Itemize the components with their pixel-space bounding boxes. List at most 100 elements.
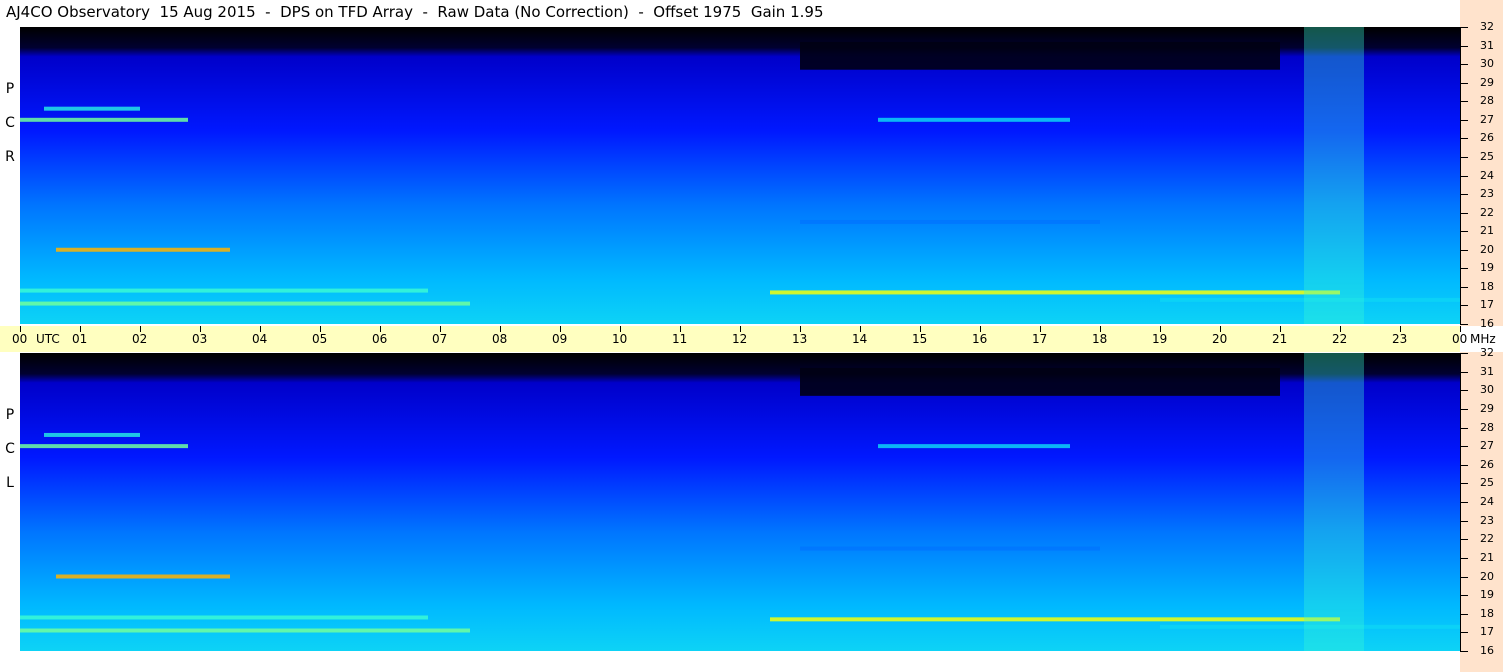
emission-band bbox=[878, 444, 1070, 449]
frequency-tick bbox=[1460, 45, 1468, 47]
frequency-tick bbox=[1460, 390, 1468, 392]
emission-band bbox=[56, 247, 230, 252]
frequency-tick-label: 17 bbox=[1480, 625, 1494, 639]
time-tick-label: 13 bbox=[792, 332, 808, 346]
time-tick-label: 00 bbox=[12, 332, 28, 346]
frequency-tick-label: 20 bbox=[1480, 569, 1494, 583]
polarization-letter: C bbox=[5, 441, 15, 458]
time-tick-label: 09 bbox=[552, 332, 568, 346]
frequency-tick-label: 26 bbox=[1480, 131, 1494, 145]
frequency-tick bbox=[1460, 651, 1468, 652]
frequency-tick-label: 16 bbox=[1480, 317, 1494, 330]
frequency-tick-label: 27 bbox=[1480, 439, 1494, 453]
time-tick-label: 05 bbox=[312, 332, 328, 346]
frequency-tick-label: 29 bbox=[1480, 75, 1494, 89]
lcp-spectrogram-svg bbox=[20, 353, 1460, 651]
polarization-letter: L bbox=[6, 475, 14, 492]
emission-band bbox=[20, 615, 428, 620]
frequency-tick-label: 24 bbox=[1480, 495, 1494, 508]
dark-band bbox=[800, 367, 1280, 396]
frequency-tick bbox=[1460, 613, 1468, 615]
frequency-tick-label: 29 bbox=[1480, 401, 1494, 415]
time-tick-label: 15 bbox=[912, 332, 928, 346]
polarization-letter: P bbox=[5, 80, 15, 97]
frequency-tick-label: 32 bbox=[1480, 20, 1494, 33]
frequency-tick bbox=[1460, 483, 1468, 485]
frequency-tick bbox=[1460, 446, 1468, 448]
frequency-tick-label: 18 bbox=[1480, 606, 1494, 620]
time-tick-label: 22 bbox=[1332, 332, 1348, 346]
frequency-tick-label: 19 bbox=[1480, 261, 1494, 275]
chart-title: AJ4CO Observatory 15 Aug 2015 - DPS on T… bbox=[6, 3, 824, 21]
frequency-tick bbox=[1460, 371, 1468, 373]
emission-band bbox=[878, 117, 1070, 122]
frequency-tick-label: 26 bbox=[1480, 457, 1494, 471]
frequency-tick-label: 28 bbox=[1480, 420, 1494, 434]
frequency-tick bbox=[1460, 175, 1468, 177]
frequency-tick-label: 19 bbox=[1480, 588, 1494, 602]
emission-band bbox=[20, 444, 188, 449]
frequency-tick-label: 32 bbox=[1480, 346, 1494, 359]
emission-band bbox=[800, 546, 1100, 551]
polarization-letter: C bbox=[5, 114, 15, 131]
time-tick-label: 00 bbox=[1452, 332, 1468, 346]
emission-band bbox=[20, 628, 470, 633]
time-tick-label: 06 bbox=[372, 332, 388, 346]
frequency-tick bbox=[1460, 557, 1468, 559]
frequency-tick bbox=[1460, 64, 1468, 66]
emission-band bbox=[770, 290, 1340, 295]
frequency-tick bbox=[1460, 427, 1468, 429]
frequency-tick bbox=[1460, 231, 1468, 233]
frequency-tick bbox=[1460, 324, 1468, 325]
time-tick-label: 14 bbox=[852, 332, 868, 346]
frequency-tick-label: 20 bbox=[1480, 242, 1494, 256]
spectrogram-background bbox=[20, 27, 1460, 324]
frequency-tick bbox=[1460, 502, 1468, 503]
frequency-tick bbox=[1460, 212, 1468, 214]
frequency-tick-label: 25 bbox=[1480, 149, 1494, 163]
frequency-tick-label: 16 bbox=[1480, 644, 1494, 657]
emission-burst bbox=[1304, 353, 1364, 651]
frequency-tick bbox=[1460, 305, 1468, 307]
time-tick-label: 12 bbox=[732, 332, 748, 346]
frequency-tick-label: 23 bbox=[1480, 513, 1494, 527]
frequency-tick-label: 17 bbox=[1480, 298, 1494, 312]
time-tick-label: 21 bbox=[1272, 332, 1288, 346]
frequency-unit-label: MHz bbox=[1470, 332, 1496, 346]
frequency-tick bbox=[1460, 632, 1468, 634]
time-axis-bar bbox=[0, 326, 1460, 352]
time-tick-label: 20 bbox=[1212, 332, 1228, 346]
frequency-tick bbox=[1460, 353, 1468, 354]
emission-band bbox=[44, 106, 140, 111]
time-tick-label: 02 bbox=[132, 332, 148, 346]
time-tick-label: 11 bbox=[672, 332, 688, 346]
time-tick-label: 10 bbox=[612, 332, 628, 346]
time-tick-label: 08 bbox=[492, 332, 508, 346]
frequency-tick bbox=[1460, 595, 1468, 597]
frequency-tick bbox=[1460, 576, 1468, 578]
frequency-tick-label: 21 bbox=[1480, 224, 1494, 238]
frequency-tick bbox=[1460, 539, 1468, 541]
rcp-spectrogram-svg bbox=[20, 27, 1460, 324]
time-tick-label: 18 bbox=[1092, 332, 1108, 346]
emission-band bbox=[44, 432, 140, 437]
frequency-tick bbox=[1460, 156, 1468, 158]
frequency-tick bbox=[1460, 464, 1468, 466]
frequency-tick-label: 24 bbox=[1480, 168, 1494, 182]
frequency-tick bbox=[1460, 138, 1468, 140]
frequency-tick bbox=[1460, 82, 1468, 84]
emission-band bbox=[20, 288, 428, 293]
frequency-tick-label: 23 bbox=[1480, 187, 1494, 201]
frequency-tick bbox=[1460, 286, 1468, 288]
time-tick-label: 19 bbox=[1152, 332, 1168, 346]
frequency-tick-label: 30 bbox=[1480, 57, 1494, 71]
rcp-spectrogram bbox=[20, 27, 1460, 324]
frequency-tick-label: 30 bbox=[1480, 383, 1494, 397]
emission-band bbox=[56, 574, 230, 579]
time-unit-label: UTC bbox=[36, 332, 60, 346]
spectrogram-background bbox=[20, 353, 1460, 651]
polarization-letter: P bbox=[5, 407, 15, 424]
emission-band bbox=[800, 219, 1100, 224]
frequency-tick bbox=[1460, 408, 1468, 410]
time-tick-label: 23 bbox=[1392, 332, 1408, 346]
